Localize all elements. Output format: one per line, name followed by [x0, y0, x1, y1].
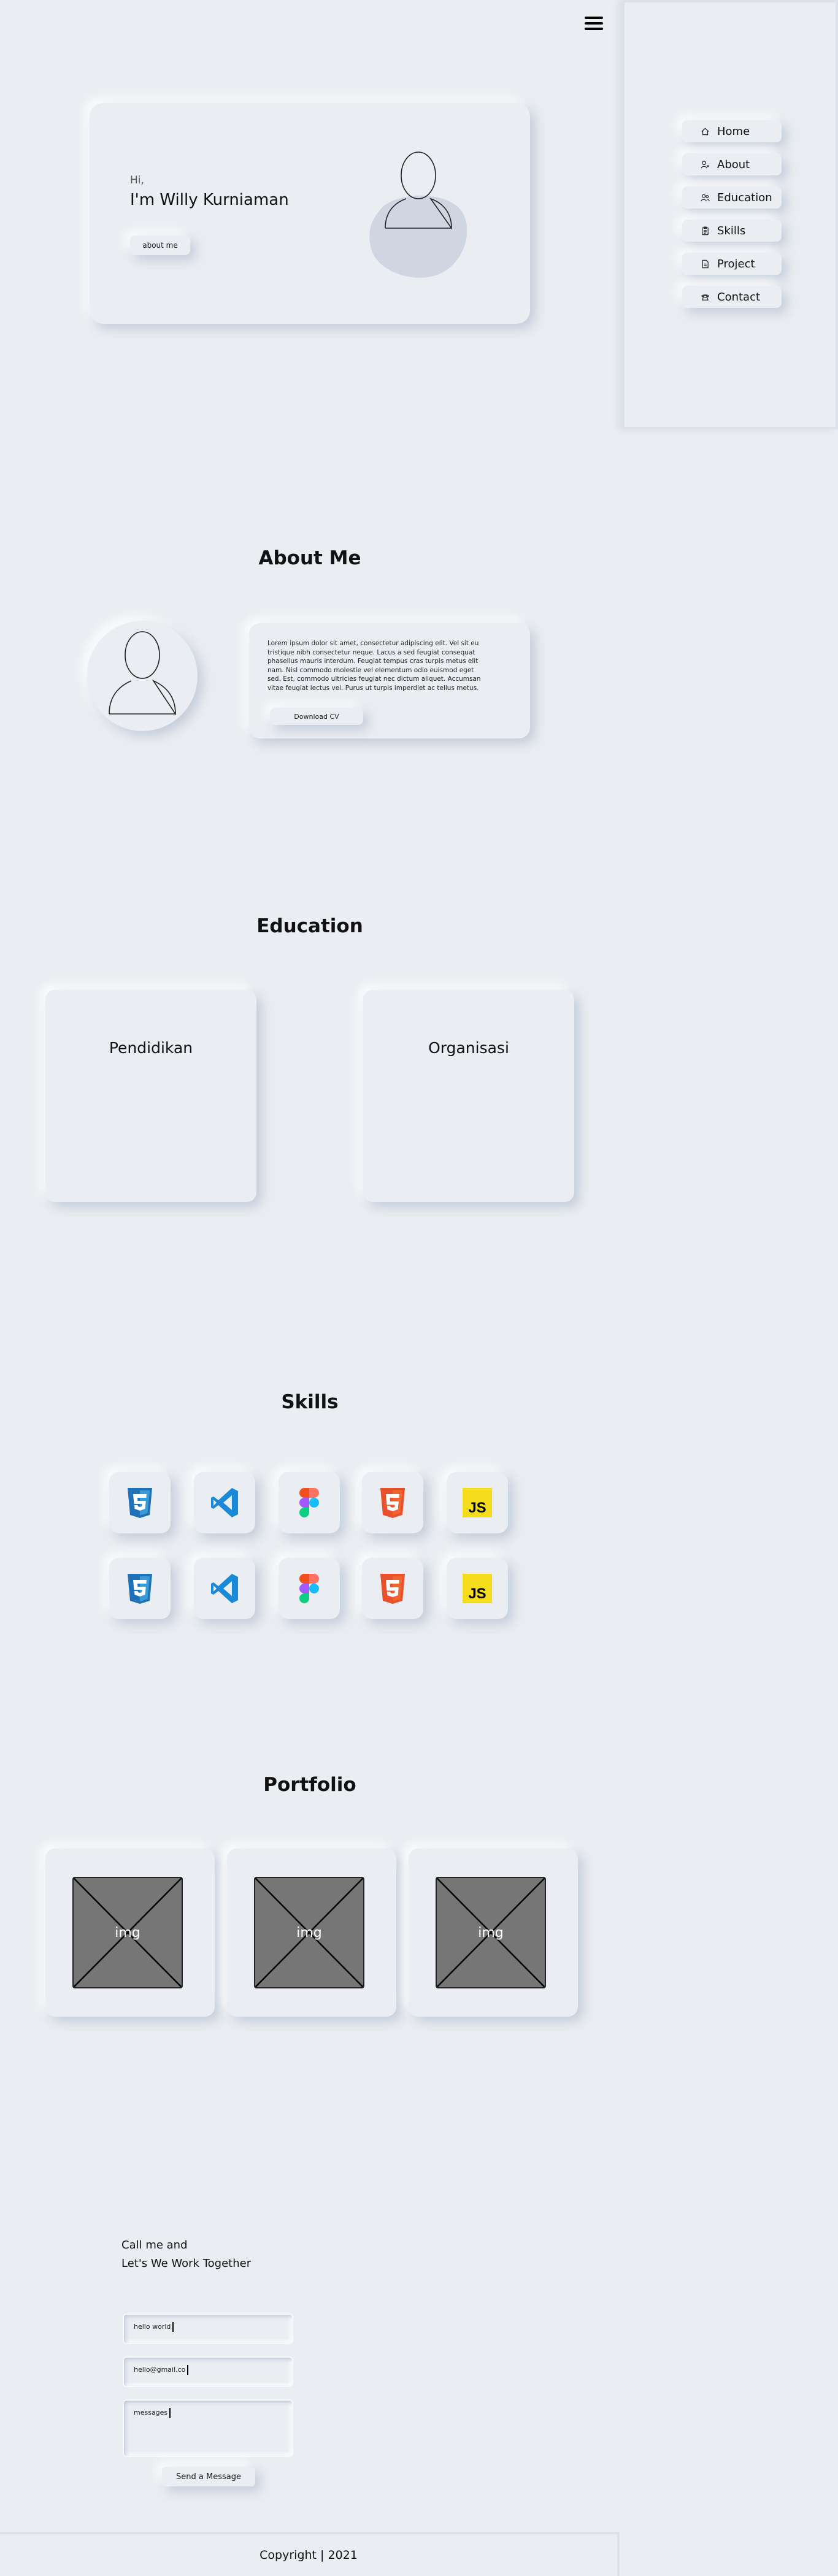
- hero-card: Hi, I'm Willy Kurniaman about me: [90, 103, 530, 324]
- home-icon: [701, 128, 709, 135]
- nav-item-skills[interactable]: Skills: [682, 220, 782, 242]
- javascript-icon: JS: [463, 1488, 492, 1517]
- nav-item-label: Project: [717, 257, 755, 270]
- send-message-button[interactable]: Send a Message: [162, 2467, 255, 2486]
- contact-heading-line2: Let's We Work Together: [121, 2257, 252, 2270]
- portfolio-image-label: img: [115, 1925, 140, 1941]
- nav-item-label: About: [717, 158, 750, 171]
- education-card-organisasi: Organisasi: [363, 990, 574, 1202]
- menu-bar: [585, 22, 603, 25]
- portfolio-card[interactable]: img: [45, 1849, 215, 2017]
- avatar-icon: [385, 151, 452, 230]
- css3-icon: [128, 1488, 152, 1518]
- skill-tile-html5[interactable]: [362, 1558, 423, 1619]
- education-card-title: Organisasi: [428, 1039, 509, 1057]
- people-icon: [701, 194, 710, 201]
- email-field[interactable]: hello@gmail.co: [123, 2356, 293, 2387]
- skill-tile-figma[interactable]: [279, 1472, 340, 1533]
- skill-tile-javascript[interactable]: JS: [447, 1472, 508, 1533]
- skill-tile-figma[interactable]: [279, 1558, 340, 1619]
- contact-heading-line1: Call me and: [121, 2239, 188, 2252]
- user-silhouette-icon: [109, 631, 176, 715]
- figma-icon: [299, 1488, 319, 1517]
- text-caret: [169, 2408, 171, 2418]
- vscode-icon: [211, 1574, 238, 1603]
- nav-item-home[interactable]: Home: [682, 120, 782, 142]
- skill-tile-vscode[interactable]: [194, 1472, 255, 1533]
- about-section-title: About Me: [258, 547, 361, 569]
- portfolio-image-placeholder: img: [436, 1877, 546, 1988]
- skill-tile-css3[interactable]: [109, 1558, 171, 1619]
- education-section-title: Education: [256, 915, 363, 937]
- contact-heading: Call me and Let's We Work Together: [121, 2236, 251, 2273]
- css3-icon: [128, 1574, 152, 1604]
- nav-item-about[interactable]: About: [682, 153, 782, 175]
- hero-name: I'm Willy Kurniaman: [130, 191, 289, 209]
- education-card-pendidikan: Pendidikan: [45, 990, 256, 1202]
- portfolio-image-placeholder: img: [72, 1877, 183, 1988]
- skill-tile-css3[interactable]: [109, 1472, 171, 1533]
- about-description: Lorem ipsum dolor sit amet, consectetur …: [267, 640, 481, 692]
- name-field[interactable]: hello world: [123, 2313, 293, 2344]
- side-navigation: Home About Education Skills Project Cont…: [622, 0, 838, 429]
- user-icon: [701, 160, 709, 168]
- html5-icon: [380, 1574, 405, 1604]
- nav-item-contact[interactable]: Contact: [682, 286, 782, 308]
- portfolio-section-title: Portfolio: [263, 1774, 356, 1796]
- portfolio-card[interactable]: img: [409, 1849, 578, 2017]
- nav-item-education[interactable]: Education: [682, 186, 782, 209]
- menu-bar: [585, 28, 603, 30]
- portfolio-image-label: img: [478, 1925, 504, 1941]
- text-caret: [172, 2322, 174, 2332]
- hamburger-menu-button[interactable]: [583, 15, 605, 32]
- message-field-value: messages: [134, 2409, 168, 2417]
- nav-item-label: Education: [717, 191, 772, 204]
- portfolio-card[interactable]: img: [227, 1849, 396, 2017]
- about-me-button[interactable]: about me: [130, 236, 190, 255]
- portfolio-image-placeholder: img: [254, 1877, 364, 1988]
- about-card: Lorem ipsum dolor sit amet, consectetur …: [249, 623, 530, 738]
- javascript-label: JS: [468, 1500, 486, 1516]
- footer: Copyright | 2021: [0, 2532, 620, 2576]
- skill-tile-html5[interactable]: [362, 1472, 423, 1533]
- javascript-label: JS: [468, 1585, 486, 1602]
- hero-greeting: Hi,: [130, 174, 144, 186]
- figma-icon: [299, 1574, 319, 1603]
- javascript-icon: JS: [463, 1574, 492, 1603]
- about-avatar: [87, 621, 198, 731]
- file-icon: [702, 259, 709, 268]
- skills-section-title: Skills: [281, 1391, 339, 1413]
- name-field-value: hello world: [134, 2323, 171, 2331]
- skill-tile-javascript[interactable]: JS: [447, 1558, 508, 1619]
- nav-item-label: Contact: [717, 290, 761, 304]
- nav-item-label: Skills: [717, 224, 746, 237]
- education-card-title: Pendidikan: [109, 1039, 193, 1057]
- html5-icon: [380, 1488, 405, 1518]
- menu-bar: [585, 17, 603, 19]
- email-field-value: hello@gmail.co: [134, 2366, 186, 2374]
- copyright-text: Copyright | 2021: [259, 2548, 358, 2562]
- download-cv-button[interactable]: Download CV: [270, 708, 363, 725]
- nav-item-label: Home: [717, 125, 750, 138]
- clipboard-icon: [702, 226, 709, 235]
- skill-tile-vscode[interactable]: [194, 1558, 255, 1619]
- message-field[interactable]: messages: [123, 2399, 293, 2457]
- vscode-icon: [211, 1488, 238, 1517]
- telephone-icon: [701, 294, 709, 301]
- portfolio-image-label: img: [296, 1925, 322, 1941]
- text-caret: [187, 2365, 189, 2375]
- nav-item-project[interactable]: Project: [682, 253, 782, 275]
